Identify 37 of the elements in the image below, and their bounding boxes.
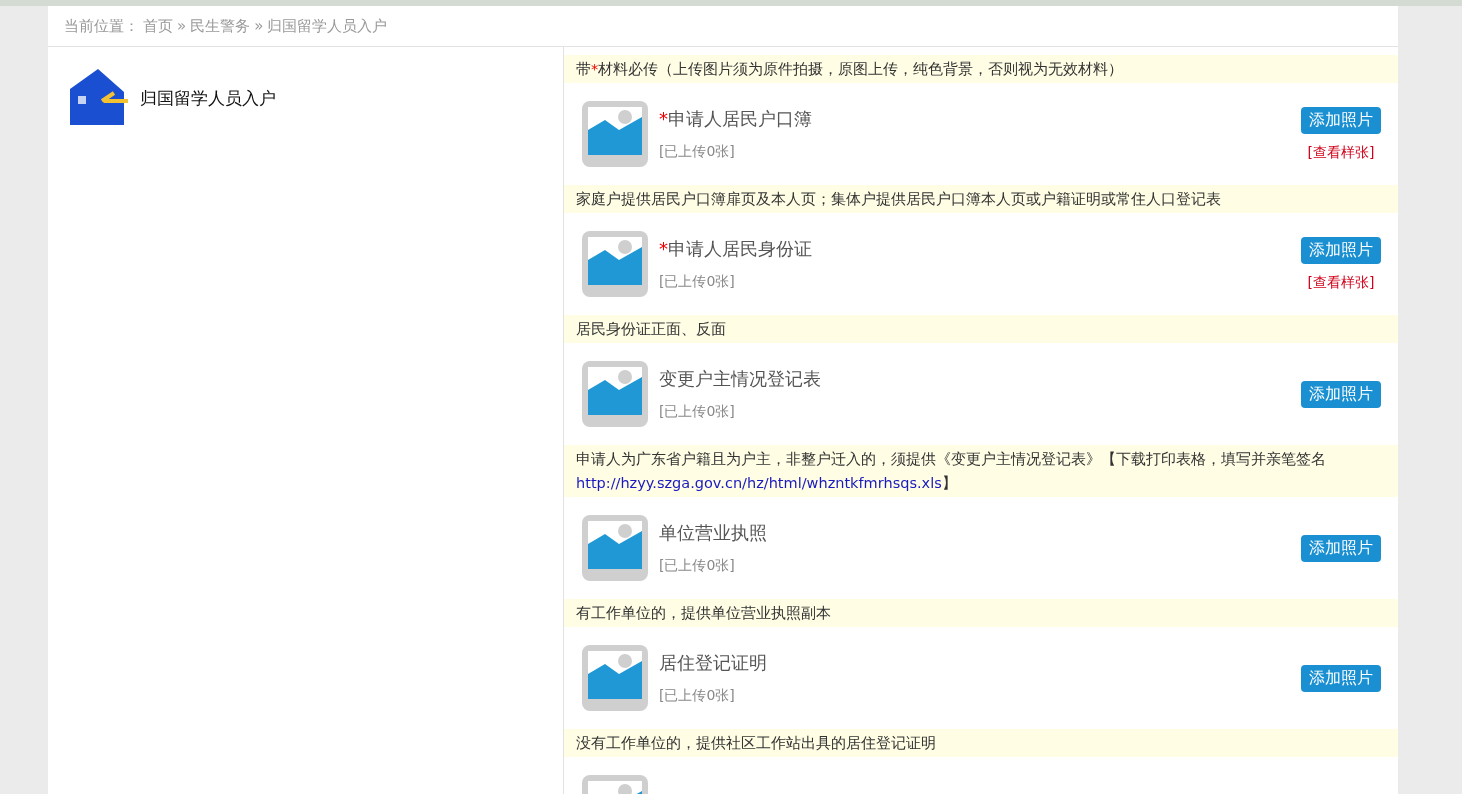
material-title: 居住登记证明 — [659, 651, 768, 675]
material-title: 变更户主情况登记表 — [659, 367, 822, 391]
breadcrumb-separator: » — [177, 17, 187, 35]
image-placeholder-icon — [581, 644, 649, 712]
material-note: 有工作单位的，提供单位营业执照副本 — [564, 599, 1398, 627]
view-sample-link[interactable]: [查看样张] — [1307, 273, 1375, 292]
breadcrumb-separator: » — [254, 17, 264, 35]
service-title: 归国留学人员入户 — [140, 87, 276, 110]
upload-count: [已上传0张] — [659, 687, 735, 703]
add-photo-button[interactable]: 添加照片 — [1301, 106, 1381, 134]
material-note: 没有工作单位的，提供社区工作站出具的居住登记证明 — [564, 729, 1398, 757]
view-sample-link[interactable]: [查看样张] — [1307, 143, 1375, 162]
image-placeholder-icon — [581, 230, 649, 298]
upload-count: [已上传0张] — [659, 403, 735, 419]
image-placeholder-icon — [581, 514, 649, 582]
add-photo-button[interactable]: 添加照片 — [1301, 664, 1381, 692]
add-photo-button[interactable]: 添加照片 — [1301, 534, 1381, 562]
upload-count: [已上传0张] — [659, 143, 735, 159]
breadcrumb-label: 当前位置： — [64, 16, 139, 36]
breadcrumb-link[interactable]: 民生警务 — [190, 16, 251, 36]
material-title: 单位营业执照 — [659, 521, 768, 545]
download-link[interactable]: http://hzyy.szga.gov.cn/hz/html/whzntkfmrhsqs.xls — [576, 475, 942, 491]
material-title: *申请人居民身份证 — [659, 237, 813, 261]
house-logo-icon — [70, 69, 128, 125]
add-photo-button[interactable]: 添加照片 — [1301, 236, 1381, 264]
material-note: 申请人为广东省户籍且为户主，非整户迁入的，须提供《变更户主情况登记表》【下载打印表格，填写并亲笔签名 http://hzyy.szga.gov.cn/hz/html/whzntkfmrhsqs.xls】 — [564, 445, 1398, 497]
add-photo-button[interactable]: 添加照片 — [1301, 380, 1381, 408]
upload-count: [已上传0张] — [659, 273, 735, 289]
material-note: 居民身份证正面、反面 — [564, 315, 1398, 343]
material-title: *申请人居民户口簿 — [659, 107, 813, 131]
notice-text: 带*材料必传（上传图片须为原件拍摄，原图上传，纯色背景，否则视为无效材料） — [564, 55, 1398, 83]
image-placeholder-icon — [581, 360, 649, 428]
material-note: 家庭户提供居民户口簿扉页及本人页；集体户提供居民户口簿本人页或户籍证明或常住人口登记表 — [564, 185, 1398, 213]
breadcrumb-link[interactable]: 首页 — [143, 16, 173, 36]
breadcrumb-link[interactable]: 归国留学人员入户 — [267, 16, 388, 36]
upload-count: [已上传0张] — [659, 557, 735, 573]
image-placeholder-icon — [581, 100, 649, 168]
